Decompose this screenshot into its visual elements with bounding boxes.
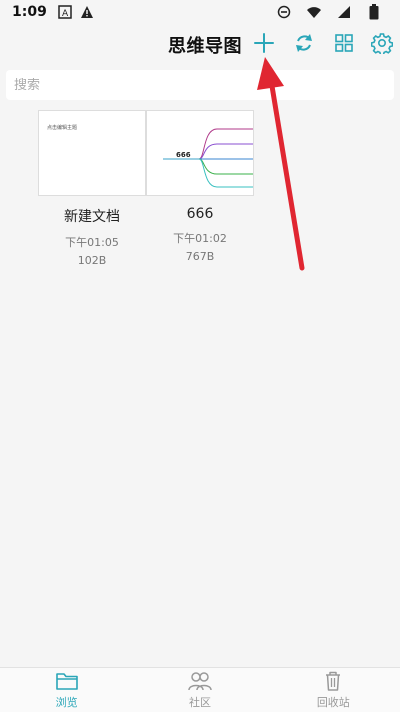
file-card-1[interactable]: 点击编辑主题 新建文档 下午01:05 102B [38,110,146,267]
status-bar: 1:09 A [0,0,400,24]
file-name: 新建文档 [64,209,120,225]
dnd-icon [276,4,292,20]
sync-icon [293,32,315,58]
nav-label: 社区 [188,696,211,709]
add-icon [253,32,275,58]
mindmap-preview [163,128,253,188]
file-size: 102B [77,254,107,267]
file-thumbnail[interactable]: 666 [146,110,254,196]
nav-browse[interactable]: 浏览 [0,668,133,712]
settings-icon [370,32,394,58]
file-time: 下午01:05 [65,236,119,249]
font-icon: A [57,4,73,20]
folder-icon [55,670,79,692]
annotation-arrow [257,57,305,271]
settings-button[interactable] [367,30,397,60]
add-button[interactable] [249,30,279,60]
bottom-nav: 浏览 社区 回收站 [0,667,400,712]
search-input[interactable] [14,77,394,93]
sync-button[interactable] [289,30,319,60]
file-card-2[interactable]: 666 666 下午01:02 767B [146,110,254,263]
file-thumbnail[interactable]: 点击编辑主题 [38,110,146,196]
nav-label: 浏览 [55,696,78,709]
wifi-icon [306,4,322,20]
trash-icon [323,670,343,692]
signal-icon [336,4,352,20]
svg-text:A: A [62,9,69,19]
page-title: 思维导图 [168,36,242,57]
thumbnail-text: 666 [176,151,191,159]
file-name: 666 [186,206,214,222]
file-size: 767B [185,250,215,263]
search-box[interactable] [6,70,394,100]
status-time: 1:09 [12,4,47,20]
notification-warning-icon [79,4,95,20]
nav-trash[interactable]: 回收站 [267,668,400,712]
file-time: 下午01:02 [173,232,227,245]
grid-view-button[interactable] [329,30,359,60]
nav-label: 回收站 [316,696,350,709]
thumbnail-text: 点击编辑主题 [47,125,78,131]
people-icon [187,670,213,692]
battery-icon [366,4,382,20]
app-header: 思维导图 [0,28,400,64]
grid-view-icon [334,33,354,57]
nav-community[interactable]: 社区 [133,668,266,712]
